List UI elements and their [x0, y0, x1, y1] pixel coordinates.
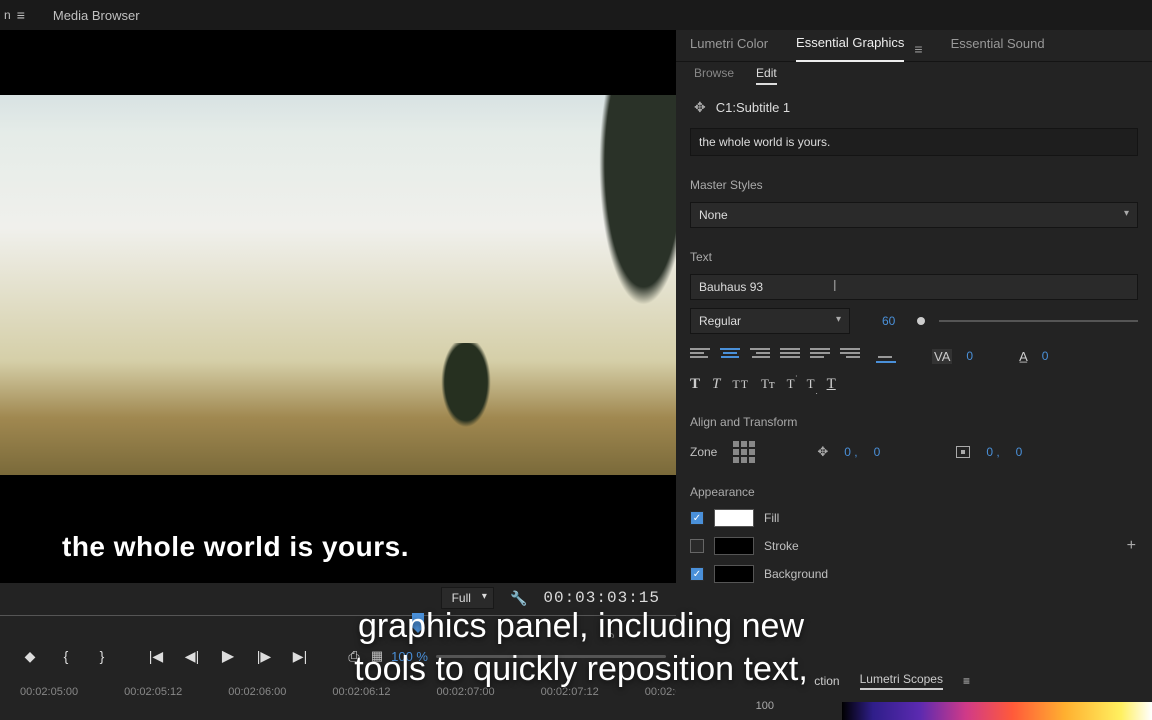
underline-icon[interactable]: T [827, 376, 836, 393]
panel-letter: n [4, 8, 11, 22]
in-point-icon[interactable]: { [58, 648, 74, 664]
align-right-icon[interactable] [750, 348, 770, 364]
subtitle-text-input[interactable] [690, 128, 1138, 156]
fill-color-swatch[interactable] [714, 509, 754, 527]
anchor-y[interactable]: 0 [1016, 445, 1023, 459]
font-size-slider-handle[interactable] [917, 317, 925, 325]
master-styles-select[interactable]: None [690, 202, 1138, 228]
position-y[interactable]: 0 [874, 445, 881, 459]
tab-essential-graphics[interactable]: Essential Graphics [796, 35, 904, 62]
subtab-edit[interactable]: Edit [756, 66, 777, 85]
browse-edit-tabs: Browse Edit [690, 62, 1138, 85]
timecode-mark: 00:02:05:00 [20, 686, 78, 698]
add-stroke-icon[interactable]: + [1127, 537, 1136, 555]
scope-scale-value: 100 [756, 700, 774, 712]
background-label: Background [764, 567, 828, 581]
zone-label: Zone [690, 445, 717, 459]
text-cursor-icon: I [833, 278, 837, 296]
tab-lumetri-scopes[interactable]: Lumetri Scopes [860, 672, 943, 690]
align-justify-icon[interactable] [780, 348, 800, 364]
font-size-value[interactable]: 60 [882, 314, 895, 328]
subtab-browse[interactable]: Browse [694, 66, 734, 85]
video-overlay-caption: graphics panel, including new tools to q… [346, 605, 816, 690]
allcaps-icon[interactable]: TT [732, 377, 749, 392]
font-family-input[interactable]: Bauhaus 93 I [690, 274, 1138, 300]
stroke-label: Stroke [764, 539, 799, 553]
align-justify-last-left-icon[interactable] [810, 348, 830, 364]
bottom-tabs: ction Lumetri Scopes ≡ [814, 672, 970, 690]
position-icon[interactable]: ✥ [817, 444, 828, 460]
align-left-icon[interactable] [690, 348, 710, 364]
tab-fragment[interactable]: ction [814, 674, 839, 688]
scope-gradient [842, 702, 1152, 720]
media-browser-tab[interactable]: Media Browser [53, 8, 140, 23]
panel-menu-icon[interactable]: ≡ [963, 674, 970, 688]
panel-menu-icon[interactable]: ≡ [914, 41, 922, 57]
font-size-slider[interactable] [939, 320, 1138, 322]
step-back-icon[interactable]: ◀| [184, 648, 200, 665]
wrench-icon[interactable]: 🔧 [510, 590, 527, 607]
preview-subtitle-text: the whole world is yours. [62, 531, 409, 563]
bold-icon[interactable]: T [690, 376, 700, 393]
play-icon[interactable]: ▶ [220, 646, 236, 666]
align-center-icon[interactable] [720, 348, 740, 364]
superscript-icon[interactable]: T [787, 376, 795, 392]
text-section-label: Text [690, 250, 1138, 264]
fill-label: Fill [764, 511, 779, 525]
tab-lumetri-color[interactable]: Lumetri Color [690, 36, 768, 61]
zone-grid[interactable] [733, 441, 755, 463]
panel-tabs: Lumetri Color Essential Graphics ≡ Essen… [676, 30, 1152, 62]
kerning-icon[interactable]: VA [932, 349, 952, 364]
top-bar: n ≡ Media Browser [0, 0, 1152, 30]
move-icon[interactable]: ✥ [694, 99, 706, 116]
background-checkbox[interactable]: ✓ [690, 567, 704, 581]
out-point-icon[interactable]: } [94, 648, 110, 664]
timecode-mark: 00:02:05:12 [124, 686, 182, 698]
master-styles-label: Master Styles [690, 178, 1138, 192]
align-justify-last-right-icon[interactable] [840, 348, 860, 364]
font-weight-select[interactable]: Regular [690, 308, 850, 334]
fill-checkbox[interactable]: ✓ [690, 511, 704, 525]
tab-essential-sound[interactable]: Essential Sound [951, 36, 1045, 61]
go-to-in-icon[interactable]: |◀ [148, 648, 164, 665]
smallcaps-icon[interactable]: Tᴛ [761, 376, 775, 392]
video-preview[interactable]: the whole world is yours. [0, 30, 676, 583]
stroke-checkbox[interactable] [690, 539, 704, 553]
panel-menu-icon[interactable]: ≡ [17, 7, 25, 23]
baseline-icon[interactable] [876, 349, 896, 363]
subscript-icon[interactable]: T [807, 376, 815, 392]
kerning-value[interactable]: 0 [966, 349, 973, 363]
italic-icon[interactable]: T [712, 376, 720, 393]
tracking-value[interactable]: 0 [1042, 349, 1049, 363]
position-x[interactable]: 0 , [844, 445, 857, 459]
stroke-color-swatch[interactable] [714, 537, 754, 555]
layer-name[interactable]: C1:Subtitle 1 [716, 100, 790, 115]
appearance-label: Appearance [690, 485, 1138, 499]
marker-icon[interactable]: ◆ [22, 648, 38, 665]
preview-frame-decor [416, 343, 516, 473]
background-color-swatch[interactable] [714, 565, 754, 583]
anchor-point-icon[interactable] [956, 446, 970, 458]
go-to-out-icon[interactable]: ▶| [292, 648, 308, 665]
preview-frame-decor [546, 95, 676, 475]
align-transform-label: Align and Transform [690, 415, 1138, 429]
anchor-x[interactable]: 0 , [986, 445, 999, 459]
step-forward-icon[interactable]: |▶ [256, 648, 272, 665]
timecode-mark: 00:02:06:00 [228, 686, 286, 698]
tracking-icon[interactable]: A̲ [1019, 349, 1028, 364]
